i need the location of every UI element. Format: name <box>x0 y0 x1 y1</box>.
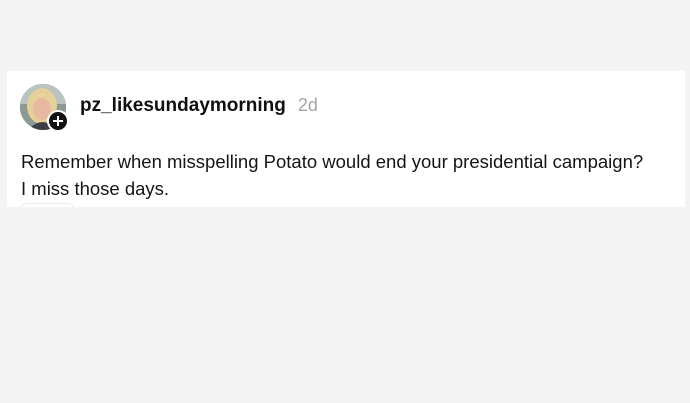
username-link[interactable]: pz_likesundaymorning <box>80 95 286 117</box>
plus-icon <box>53 116 63 126</box>
post-action-button[interactable] <box>20 203 74 207</box>
follow-button[interactable] <box>47 110 69 132</box>
post-timestamp[interactable]: 2d <box>298 95 318 116</box>
post-text-line: I miss those days. <box>21 178 170 199</box>
post-text-line: Remember when misspelling Potato would e… <box>21 151 644 172</box>
avatar-wrap <box>20 84 69 132</box>
post-header: pz_likesundaymorning 2d <box>80 95 318 117</box>
post-text: Remember when misspelling Potato would e… <box>21 148 681 202</box>
post-card: pz_likesundaymorning 2d Remember when mi… <box>7 71 685 207</box>
